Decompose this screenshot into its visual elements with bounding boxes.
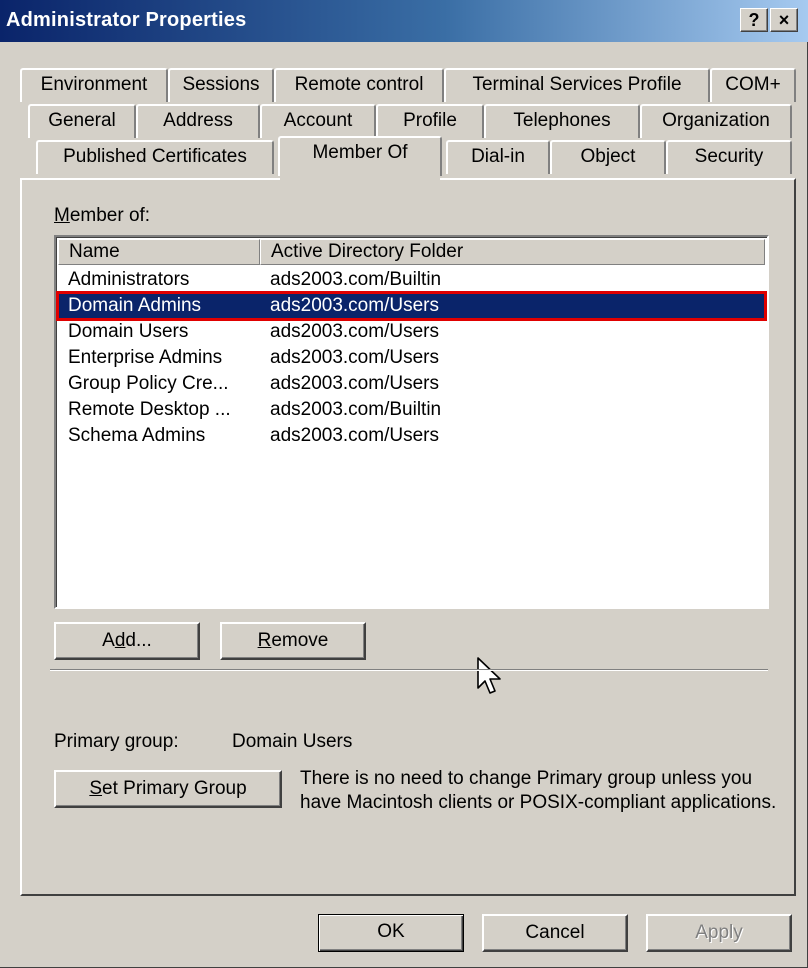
- help-button[interactable]: ?: [740, 8, 768, 32]
- member-of-list[interactable]: Name Active Directory Folder Administrat…: [54, 235, 769, 609]
- primary-group-value: Domain Users: [232, 731, 353, 752]
- remove-button[interactable]: Remove: [220, 622, 366, 660]
- list-item[interactable]: Domain Users ads2003.com/Users: [58, 319, 765, 345]
- list-item[interactable]: Administrators ads2003.com/Builtin: [58, 267, 765, 293]
- list-item[interactable]: Remote Desktop ... ads2003.com/Builtin: [58, 397, 765, 423]
- list-item[interactable]: Schema Admins ads2003.com/Users: [58, 423, 765, 449]
- window-title: Administrator Properties: [6, 9, 247, 31]
- tab-published-certificates[interactable]: Published Certificates: [36, 140, 274, 174]
- tab-object[interactable]: Object: [550, 140, 666, 174]
- tab-sessions[interactable]: Sessions: [168, 68, 274, 102]
- tab-terminal-services-profile[interactable]: Terminal Services Profile: [444, 68, 710, 102]
- column-header-name[interactable]: Name: [58, 239, 260, 265]
- list-item-selected[interactable]: Domain Admins ads2003.com/Users: [56, 291, 767, 321]
- tab-com-plus[interactable]: COM+: [710, 68, 796, 102]
- column-header-folder[interactable]: Active Directory Folder: [260, 239, 765, 265]
- tab-telephones[interactable]: Telephones: [484, 104, 640, 138]
- tab-general[interactable]: General: [28, 104, 136, 138]
- list-item[interactable]: Group Policy Cre... ads2003.com/Users: [58, 371, 765, 397]
- tab-address[interactable]: Address: [136, 104, 260, 138]
- separator: [50, 669, 768, 671]
- title-bar[interactable]: Administrator Properties ? ×: [0, 0, 808, 42]
- tab-remote-control[interactable]: Remote control: [274, 68, 444, 102]
- member-of-label: Member of:: [54, 205, 151, 226]
- tab-member-of[interactable]: Member Of: [278, 136, 442, 176]
- tab-account[interactable]: Account: [260, 104, 376, 138]
- tab-organization[interactable]: Organization: [640, 104, 792, 138]
- set-primary-group-button[interactable]: Set Primary Group: [54, 770, 282, 808]
- add-button[interactable]: Add...: [54, 622, 200, 660]
- close-button[interactable]: ×: [770, 8, 798, 32]
- apply-button[interactable]: Apply: [646, 914, 792, 952]
- tab-dial-in[interactable]: Dial-in: [446, 140, 550, 174]
- tab-profile[interactable]: Profile: [376, 104, 484, 138]
- properties-dialog: Administrator Properties ? × Environment…: [0, 0, 808, 968]
- list-item[interactable]: Enterprise Admins ads2003.com/Users: [58, 345, 765, 371]
- tab-environment[interactable]: Environment: [20, 68, 168, 102]
- active-tab-joint: [280, 176, 440, 181]
- primary-group-label: Primary group:: [54, 731, 179, 752]
- arrow-cursor-icon: [477, 657, 501, 694]
- cancel-button[interactable]: Cancel: [482, 914, 628, 952]
- primary-group-description: There is no need to change Primary group…: [300, 768, 777, 813]
- ok-button[interactable]: OK: [318, 914, 464, 952]
- tab-security[interactable]: Security: [666, 140, 792, 174]
